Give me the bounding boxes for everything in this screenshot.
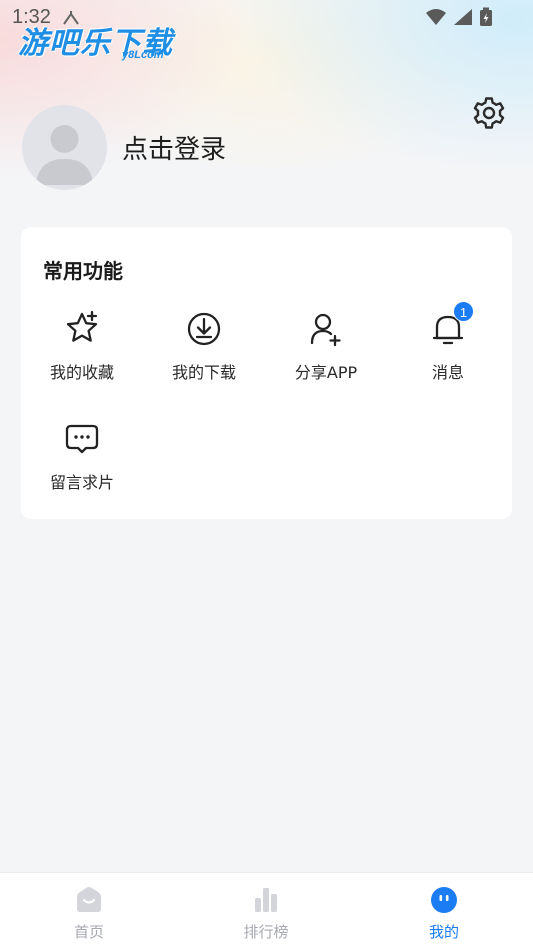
avatar[interactable] <box>22 105 107 190</box>
card-title: 常用功能 <box>43 259 123 283</box>
downloads-button[interactable]: 我的下载 <box>144 309 264 383</box>
battery-icon <box>480 7 492 26</box>
add-user-icon <box>310 313 341 347</box>
gear-icon <box>473 97 505 129</box>
tab-ranking-label: 排行榜 <box>243 923 289 941</box>
star-plus-icon <box>66 310 98 342</box>
wifi-icon <box>426 9 446 25</box>
tab-home-label: 首页 <box>73 923 104 941</box>
default-avatar-icon <box>36 125 93 185</box>
request-film-label: 留言求片 <box>49 473 114 492</box>
profile-face-icon <box>431 887 457 913</box>
request-film-button[interactable]: 留言求片 <box>22 419 142 493</box>
login-label[interactable]: 点击登录 <box>122 129 226 166</box>
common-functions-card: 常用功能 我的收藏 我的下载 分享APP 1 消息 留言求片 <box>21 227 512 519</box>
download-icon <box>187 312 221 346</box>
bottom-tab-bar: 首页 排行榜 我的 <box>0 872 533 948</box>
share-app-button[interactable]: 分享APP <box>266 309 386 383</box>
share-app-label: 分享APP <box>294 363 358 382</box>
messages-button[interactable]: 1 消息 <box>388 301 508 383</box>
tab-mine-label: 我的 <box>428 923 459 941</box>
cell-signal-icon <box>454 9 472 25</box>
tab-mine[interactable]: 我的 <box>384 885 504 942</box>
chat-bubble-icon <box>65 424 99 454</box>
chart-bars-icon <box>255 888 277 912</box>
message-count-badge: 1 <box>453 301 474 322</box>
settings-button[interactable] <box>471 95 507 131</box>
tab-ranking[interactable]: 排行榜 <box>206 885 326 942</box>
tab-home[interactable]: 首页 <box>29 885 149 942</box>
home-icon <box>77 887 101 912</box>
profile-section[interactable]: 点击登录 <box>22 105 226 190</box>
watermark-logo: 游吧乐下载 y8Lcom <box>18 18 188 68</box>
downloads-label: 我的下载 <box>171 363 236 382</box>
messages-label: 消息 <box>431 363 464 382</box>
favorites-label: 我的收藏 <box>49 363 114 382</box>
watermark-subtext: y8Lcom <box>122 49 164 61</box>
favorites-button[interactable]: 我的收藏 <box>22 309 142 383</box>
